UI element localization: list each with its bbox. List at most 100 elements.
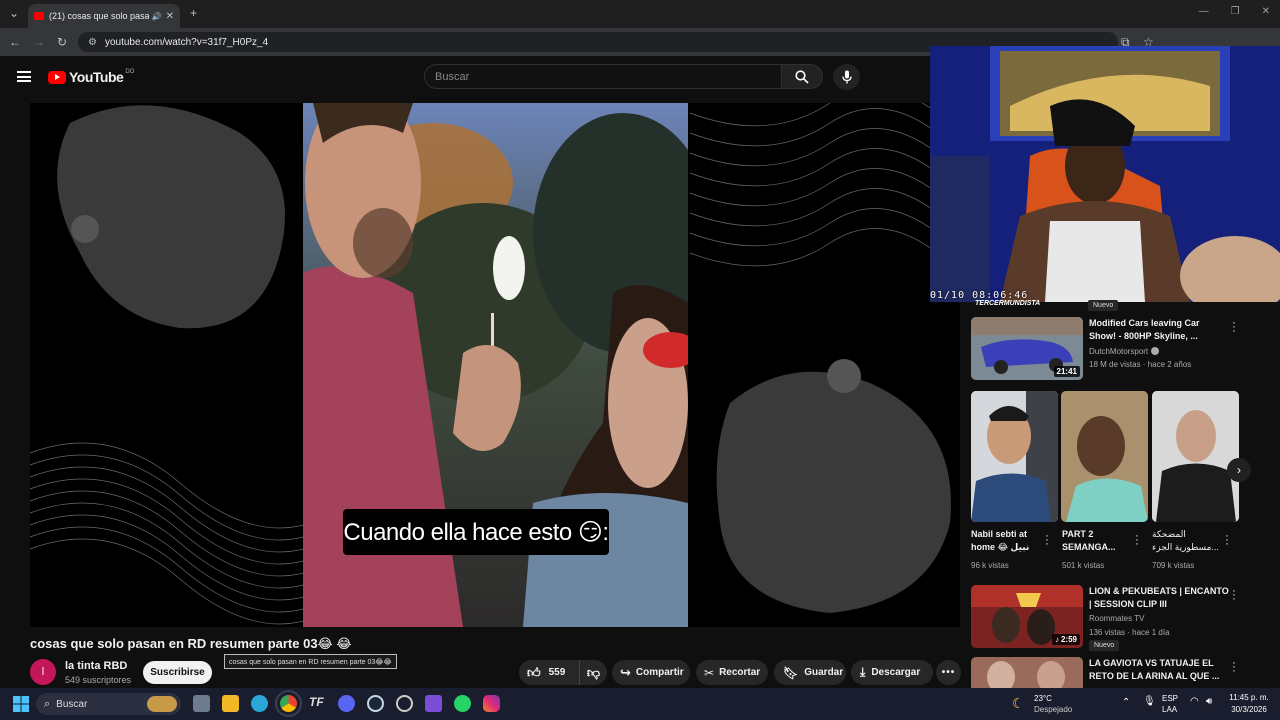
back-icon[interactable]: ←: [9, 35, 21, 49]
task-view-icon[interactable]: [193, 695, 210, 712]
search-icon: ⌕: [44, 697, 51, 710]
microphone-tray-icon[interactable]: 🎙︎: [1143, 696, 1156, 707]
video-player[interactable]: Cuando ella hace esto 😏:: [30, 103, 960, 627]
video-title[interactable]: Modified Cars leaving Car Show! - 800HP …: [1089, 317, 1229, 343]
media-app-icon[interactable]: [425, 695, 442, 712]
moon-weather-icon[interactable]: ☾: [1012, 695, 1025, 712]
short-views: 96 k vistas: [971, 561, 1009, 570]
close-tab-icon[interactable]: ✕: [166, 11, 174, 22]
short-thumbnail-image: [971, 391, 1058, 522]
video-thumbnail[interactable]: ♪ 2:59: [971, 585, 1083, 648]
subscribe-button[interactable]: Suscribirse: [143, 661, 212, 684]
taskbar-search[interactable]: ⌕ Buscar: [36, 693, 181, 715]
download-button[interactable]: ⤓ Descargar: [851, 660, 933, 685]
short-thumbnail-image: [1152, 391, 1239, 522]
thumbnail-image: [971, 657, 1083, 688]
video-title[interactable]: LION & PEKUBEATS | ENCANTO | SESSION CLI…: [1089, 585, 1229, 611]
steam-icon[interactable]: [367, 695, 384, 712]
restore-icon[interactable]: ❐: [1231, 6, 1240, 17]
browser-tab[interactable]: (21) cosas que solo pasan e 🔊 ✕: [28, 4, 180, 28]
video-duration: ♪ 2:59: [1051, 634, 1080, 645]
title-line: Nabil sebti at: [971, 529, 1028, 539]
short-views: 501 k vistas: [1062, 561, 1105, 570]
channel-name[interactable]: la tinta RBD: [65, 660, 127, 672]
more-vertical-icon[interactable]: · · ·: [1135, 531, 1139, 550]
like-button[interactable]: 👍︎ 559: [519, 660, 579, 685]
short-thumbnail[interactable]: [1152, 391, 1239, 522]
short-thumbnail[interactable]: [1061, 391, 1148, 522]
channel-name[interactable]: Roommates TV: [1089, 614, 1144, 623]
tf-app-icon[interactable]: TF: [309, 695, 326, 712]
instagram-icon[interactable]: [483, 695, 500, 712]
video-title: cosas que solo pasan en RD resumen parte…: [30, 636, 352, 651]
title-line: home 😂 نبيل: [971, 542, 1030, 552]
keyboard-layout[interactable]: LAA: [1162, 705, 1177, 714]
discord-icon[interactable]: [338, 695, 355, 712]
video-title[interactable]: LA GAVIOTA VS TATUAJE EL RETO DE LA ARIN…: [1089, 657, 1229, 683]
file-explorer-icon[interactable]: [222, 695, 239, 712]
video-thumbnail[interactable]: [971, 657, 1083, 688]
video-thumbnail[interactable]: 21:41: [971, 317, 1083, 380]
short-views: 709 k vistas: [1152, 561, 1195, 570]
download-icon: ⤓: [860, 665, 866, 679]
tab-search-icon[interactable]: ⌄: [9, 6, 19, 20]
wifi-icon[interactable]: ◠: [1190, 696, 1199, 707]
more-vertical-icon[interactable]: · · ·: [1232, 586, 1236, 605]
reload-icon[interactable]: ↻: [57, 35, 67, 49]
more-vertical-icon[interactable]: · · ·: [1225, 531, 1229, 550]
close-window-icon[interactable]: ✕: [1262, 6, 1270, 17]
site-info-icon[interactable]: ⚙: [88, 37, 97, 48]
speaker-icon[interactable]: 🔊: [152, 12, 162, 21]
more-actions-button[interactable]: •••: [936, 660, 961, 685]
youtube-logo[interactable]: YouTube DO: [48, 69, 134, 85]
search-icon: [795, 69, 809, 84]
volume-icon[interactable]: 🔊︎: [1206, 696, 1212, 707]
share-button[interactable]: ↪ Compartir: [612, 660, 690, 685]
like-count: 559: [548, 667, 566, 678]
clock-date[interactable]: 30/3/2026: [1228, 705, 1270, 714]
new-badge: Nuevo: [1088, 300, 1119, 311]
title-line: المضحكة: [1152, 529, 1186, 539]
webcam-overlay: [930, 46, 1280, 302]
hamburger-menu-icon[interactable]: [17, 71, 31, 82]
xbox-icon[interactable]: [396, 695, 413, 712]
short-title[interactable]: PART 2 SEMANGA...: [1062, 528, 1132, 554]
channel-avatar[interactable]: l: [30, 659, 56, 685]
search-input[interactable]: Buscar: [424, 64, 782, 89]
save-label: Guardar: [804, 667, 844, 678]
minimize-icon[interactable]: —: [1199, 6, 1209, 17]
shorts-next-button[interactable]: ›: [1227, 458, 1251, 482]
clip-label: Recortar: [719, 667, 761, 678]
youtube-wordmark: YouTube: [69, 69, 124, 85]
language-code[interactable]: ESP: [1162, 694, 1178, 703]
more-vertical-icon[interactable]: · · ·: [1045, 531, 1049, 550]
title-line: LION & PEKUBEATS | ENCANTO: [1089, 586, 1229, 596]
more-horizontal-icon: •••: [941, 667, 956, 678]
dislike-button[interactable]: 👎︎: [579, 660, 607, 685]
tab-title: (21) cosas que solo pasan e: [49, 11, 149, 21]
new-tab-icon[interactable]: +: [190, 6, 197, 20]
search-button[interactable]: [781, 64, 823, 89]
more-vertical-icon[interactable]: · · ·: [1232, 658, 1236, 677]
download-label: Descargar: [871, 667, 921, 678]
short-title[interactable]: المضحكة مسطورية الجزء...: [1152, 528, 1222, 554]
voice-search-button[interactable]: [833, 64, 860, 90]
chevron-up-icon[interactable]: ⌃: [1122, 697, 1130, 708]
clip-button[interactable]: ✂ Recortar: [696, 660, 768, 685]
more-vertical-icon[interactable]: · · ·: [1232, 318, 1236, 337]
short-title[interactable]: Nabil sebti at home 😂 نبيل: [971, 528, 1041, 554]
temperature: 23°C: [1034, 694, 1052, 703]
short-thumbnail[interactable]: [971, 391, 1058, 522]
clock-time[interactable]: 11:45 p. m.: [1228, 693, 1270, 702]
channel-name[interactable]: DutchMotorsport: [1089, 347, 1160, 356]
webcam-channel-tag: TERCERMUNDISTA: [975, 300, 1041, 307]
short-thumbnail-image: [1061, 391, 1148, 522]
title-line: PART 2: [1062, 529, 1094, 539]
verified-icon: [1151, 347, 1160, 355]
chrome-icon[interactable]: [275, 690, 302, 717]
windows-start-icon[interactable]: [13, 696, 29, 712]
whatsapp-icon[interactable]: [454, 695, 471, 712]
save-button[interactable]: 🔖︎ Guardar: [774, 660, 846, 685]
edge-icon[interactable]: [251, 695, 268, 712]
forward-icon[interactable]: →: [33, 35, 45, 49]
